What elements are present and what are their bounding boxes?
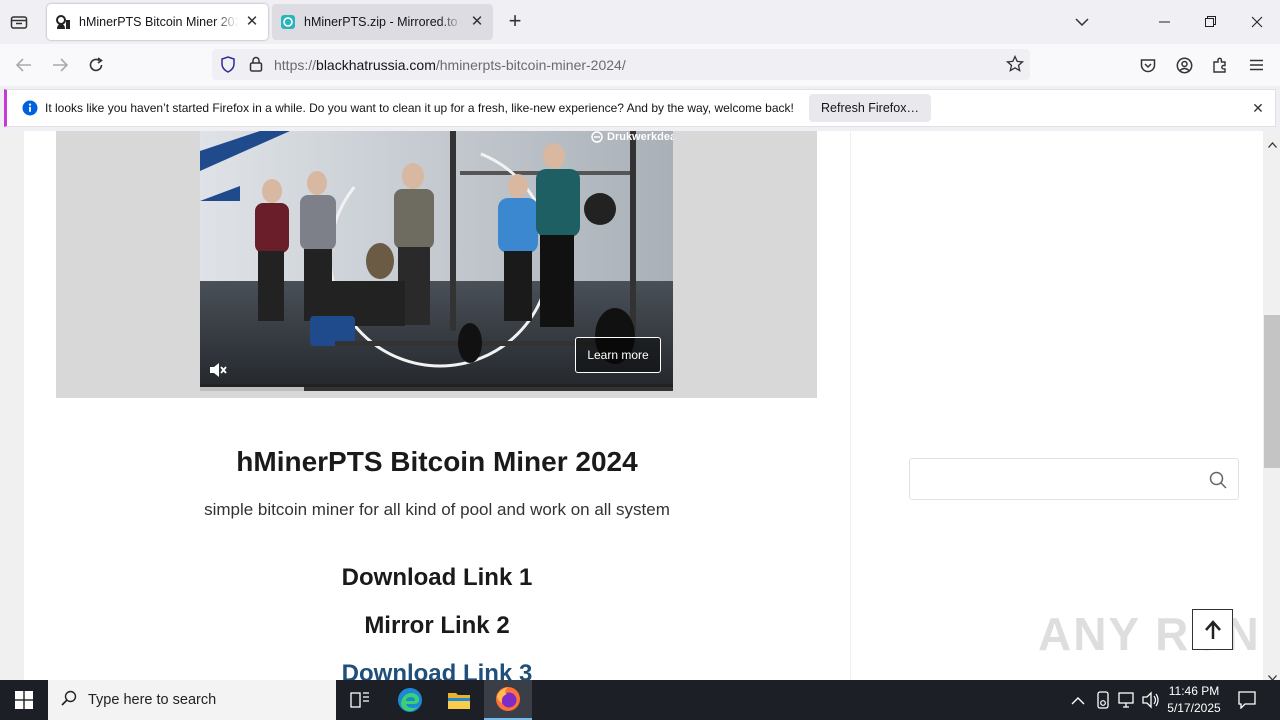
mirror-link-2[interactable]: Mirror Link 2 [24,612,850,640]
close-window-icon[interactable] [1234,0,1280,44]
menu-hamburger-icon[interactable] [1243,52,1269,78]
restore-icon[interactable] [1188,0,1234,44]
ad-learn-more-button[interactable]: Learn more [575,337,661,373]
tab-bar: hMinerPTS Bitcoin Miner 2024 – Bla ✕ hMi… [0,0,1280,44]
list-all-tabs-icon[interactable] [1070,10,1094,34]
info-icon [22,100,38,119]
page-scrollbar[interactable] [1264,131,1280,681]
sidebar-search-box[interactable] [909,458,1239,500]
refresh-firefox-notification: It looks like you haven’t started Firefo… [4,89,1276,127]
start-windows-icon[interactable] [0,680,48,720]
tab-mirrored[interactable]: hMinerPTS.zip - Mirrored.to - Mirro ✕ [272,4,493,40]
refresh-firefox-button[interactable]: Refresh Firefox… [809,94,931,122]
back-icon[interactable] [11,52,37,78]
file-explorer-icon[interactable] [435,680,483,720]
back-to-top-button[interactable] [1192,609,1233,650]
clock-time: 11:46 PM [1168,684,1220,698]
close-tab-icon[interactable]: ✕ [244,14,260,30]
search-magnifier-icon [61,690,77,711]
minimize-icon[interactable] [1142,0,1188,44]
reload-icon[interactable] [83,52,109,78]
firefox-taskbar-icon[interactable] [484,680,532,720]
sidebar [851,131,1263,680]
address-bar[interactable]: https://blackhatrussia.com/hminerpts-bit… [212,49,1030,80]
tracking-protection-shield-icon[interactable] [220,56,236,76]
ad-brand-name: Drukwerkdeal [607,131,673,143]
bookmark-star-icon[interactable] [1005,54,1025,76]
site-favicon-icon [55,14,71,30]
account-icon[interactable] [1171,52,1197,78]
ad-progress-fill [200,387,305,391]
scrollbar-thumb[interactable] [1264,315,1280,468]
download-link-1[interactable]: Download Link 1 [24,564,850,592]
notification-message: It looks like you haven’t started Firefo… [45,101,794,115]
taskbar-search-box[interactable]: Type here to search [48,680,336,720]
action-center-icon[interactable] [1238,691,1256,714]
extensions-icon[interactable] [1207,52,1233,78]
lock-icon[interactable] [249,56,263,75]
forward-icon[interactable] [47,52,73,78]
search-icon[interactable] [1209,471,1227,494]
url-scheme: https:// [274,57,317,73]
close-tab-icon[interactable]: ✕ [469,14,485,30]
close-notification-icon[interactable]: ✕ [1250,100,1266,116]
article-title: hMinerPTS Bitcoin Miner 2024 [236,446,638,477]
device-icon[interactable] [1095,691,1111,714]
network-icon[interactable] [1118,692,1136,713]
download-link-3[interactable]: Download Link 3 [24,660,850,680]
muted-speaker-icon[interactable] [208,361,228,379]
video-ad: Drukwerkdeal Learn more [56,131,817,398]
clock-date: 5/17/2025 [1167,701,1221,715]
pocket-icon[interactable] [1135,52,1161,78]
edge-browser-icon[interactable] [386,680,434,720]
ad-video-frame[interactable]: Drukwerkdeal Learn more [200,131,673,391]
taskbar-clock[interactable]: 11:46 PM 5/17/2025 [1163,683,1225,717]
url-path: /hminerpts-bitcoin-miner-2024/ [435,57,626,73]
article-description: simple bitcoin miner for all kind of poo… [204,500,670,519]
sidebar-search-input[interactable] [918,467,1198,491]
url-domain: blackhatrussia.com [316,57,436,73]
new-tab-icon[interactable]: + [503,10,527,34]
tab-title: hMinerPTS.zip - Mirrored.to - Mirro [304,15,463,29]
windows-taskbar: Type here to search 11:46 PM 5/17/2025 [0,680,1280,720]
volume-icon[interactable] [1142,691,1160,714]
brand-logo-icon [591,131,603,143]
url-text: https://blackhatrussia.com/hminerpts-bit… [274,57,626,73]
web-page: Drukwerkdeal Learn more hMinerPTS Bitcoi… [0,131,1264,680]
ad-brand: Drukwerkdeal [591,131,673,143]
mirrored-favicon-icon [280,14,296,30]
tab-hminerpts[interactable]: hMinerPTS Bitcoin Miner 2024 – Bla ✕ [47,4,268,40]
arrow-up-icon [1204,619,1221,639]
firefox-view-icon[interactable] [8,12,30,32]
scroll-up-arrow-icon[interactable] [1268,135,1277,153]
tab-title: hMinerPTS Bitcoin Miner 2024 – Bla [79,15,238,29]
task-view-icon[interactable] [336,680,384,720]
taskbar-search-placeholder: Type here to search [88,692,217,708]
main-content: Drukwerkdeal Learn more hMinerPTS Bitcoi… [24,131,850,680]
show-hidden-icons-chevron-icon[interactable] [1071,692,1085,710]
ad-progress-track [200,387,673,391]
